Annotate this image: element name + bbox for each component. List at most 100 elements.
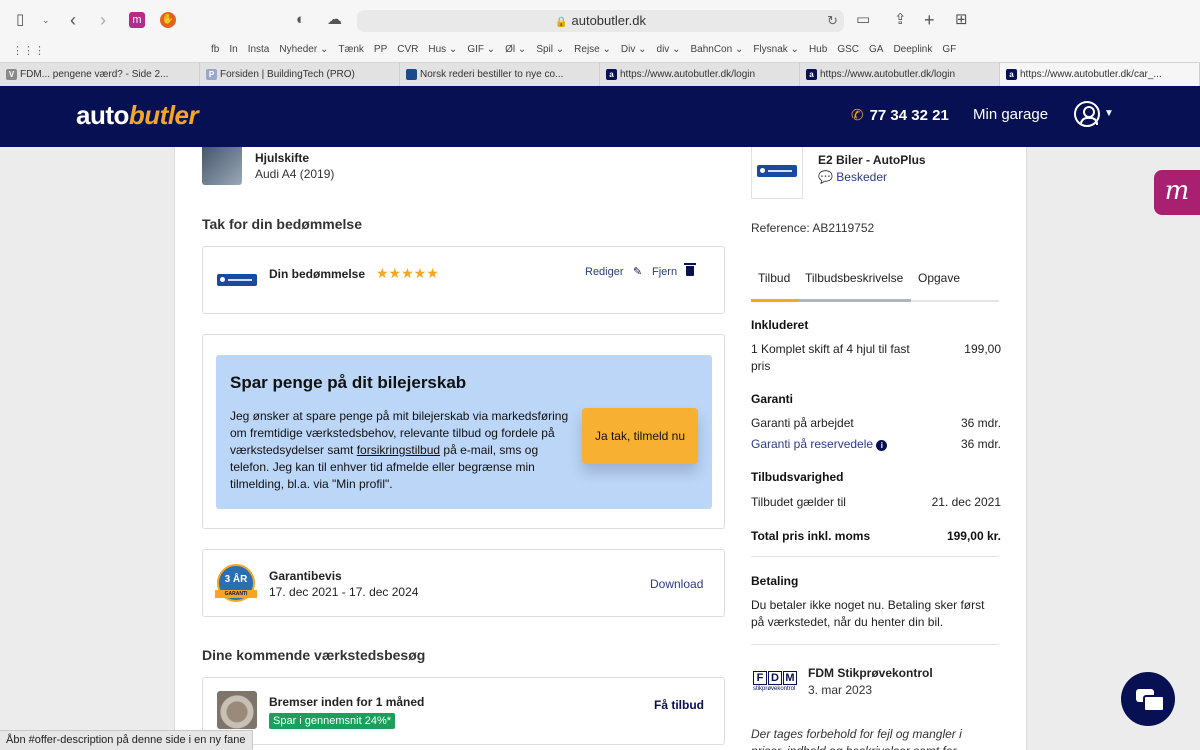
browser-tab[interactable]: V FDM... pengene værd? - Side 2... — [0, 63, 200, 87]
favorite-item[interactable]: GA — [869, 44, 883, 55]
site-header: autobutler ✆ 77 34 32 21 Min garage ▼ — [0, 86, 1200, 147]
favorite-item[interactable]: div ⌄ — [657, 44, 681, 55]
tab-tilbud[interactable]: Tilbud — [758, 271, 790, 285]
edit-rating-link[interactable]: Rediger — [585, 266, 624, 278]
tab-label: https://www.autobutler.dk/login — [820, 69, 956, 80]
favorite-item[interactable]: Insta — [248, 44, 270, 55]
chat-button[interactable] — [1121, 672, 1175, 726]
favorite-item[interactable]: Øl ⌄ — [505, 44, 526, 55]
lock-icon: 🔒 — [555, 17, 568, 28]
browser-tab[interactable]: a https://www.autobutler.dk/login — [600, 63, 800, 87]
messages-link[interactable]: 💬 Beskeder — [818, 170, 887, 184]
extension-hand-icon[interactable]: ✋ — [160, 12, 176, 28]
logo-butler: butler — [128, 100, 199, 130]
tab-label: https://www.autobutler.dk/login — [620, 69, 756, 80]
favorite-item[interactable]: Hus ⌄ — [428, 44, 457, 55]
chat-bubbles-icon: 💬 — [818, 170, 833, 184]
cloud-icon[interactable]: ☁ — [327, 10, 342, 30]
new-tab-icon[interactable]: + — [924, 10, 935, 30]
favorites-bar: ⋮⋮⋮ fb In Insta Nyheder ⌄ Tænk PP CVR Hus ⌄ GIF … — [0, 40, 1200, 62]
sidebar-icon[interactable]: ▯ — [16, 10, 24, 30]
favorite-item[interactable]: GF — [942, 44, 956, 55]
favorites-list: fb In Insta Nyheder ⌄ Tænk PP CVR Hus ⌄ GIF ⌄ Øl … — [211, 44, 966, 55]
insurance-offer-link[interactable]: forsikringstilbud — [357, 443, 440, 457]
parts-warranty-value: 36 mdr. — [960, 437, 1001, 451]
shop-mini-logo — [757, 165, 797, 177]
warranty-title: Garantibevis — [269, 569, 342, 583]
included-heading: Inkluderet — [751, 318, 809, 332]
url-text: autobutler.dk — [571, 13, 646, 28]
favorite-item[interactable]: fb — [211, 44, 219, 55]
favorite-item[interactable]: Rejse ⌄ — [574, 44, 611, 55]
job-title: Hjulskifte — [255, 151, 310, 165]
privacy-shield-icon[interactable]: ◐ — [296, 10, 305, 30]
favorite-item[interactable]: Nyheder ⌄ — [279, 44, 328, 55]
favorite-item[interactable]: Spil ⌄ — [536, 44, 564, 55]
promo-title: Spar penge på dit bilejerskab — [230, 373, 467, 392]
payment-text: Du betaler ikke noget nu. Betaling sker … — [751, 598, 985, 629]
favorite-item[interactable]: In — [229, 44, 237, 55]
promo-panel: Spar penge på dit bilejerskab Jeg ønsker… — [216, 355, 712, 509]
tab-opgave[interactable]: Opgave — [918, 271, 960, 285]
m-widget-icon[interactable]: m — [1154, 170, 1200, 215]
favorite-item[interactable]: BahnCon ⌄ — [690, 44, 743, 55]
parts-warranty-link[interactable]: Garanti på reservedele i — [751, 436, 888, 453]
favorite-item[interactable]: Div ⌄ — [621, 44, 647, 55]
chevron-down-icon[interactable]: ⌄ — [42, 10, 50, 30]
reader-icon[interactable]: ▭ — [856, 10, 870, 30]
tab-favicon-icon: V — [6, 69, 17, 80]
tab-favicon-icon: a — [806, 69, 817, 80]
tab-bar: V FDM... pengene værd? - Side 2... P Forsid… — [0, 62, 1200, 87]
browser-tab[interactable]: Norsk rederi bestiller to nye co... — [400, 63, 600, 87]
total-value: 199,00 kr. — [946, 529, 1001, 543]
tab-label: FDM... pengene værd? - Side 2... — [20, 69, 169, 80]
grid-icon[interactable]: ⋮⋮⋮ — [12, 44, 45, 57]
favorite-item[interactable]: Tænk — [338, 44, 364, 55]
address-bar[interactable]: 🔒 autobutler.dk ↻ — [357, 10, 844, 32]
favorite-item[interactable]: Hub — [809, 44, 827, 55]
messages-label: Beskeder — [836, 170, 887, 184]
extension-m-icon[interactable]: m — [129, 12, 145, 28]
upcoming-heading: Dine kommende værkstedsbesøg — [202, 647, 426, 663]
favorite-item[interactable]: Deeplink — [893, 44, 932, 55]
browser-tab[interactable]: a https://www.autobutler.dk/login — [800, 63, 1000, 87]
rating-stars: ★★★★★ — [376, 265, 439, 281]
subscribe-button[interactable]: Ja tak, tilmeld nu — [582, 408, 698, 464]
favorite-item[interactable]: Flysnak ⌄ — [753, 44, 799, 55]
divider — [751, 556, 999, 557]
fdm-letter: F — [753, 671, 767, 685]
download-link[interactable]: Download — [650, 577, 703, 591]
favorite-item[interactable]: GIF ⌄ — [467, 44, 495, 55]
share-icon[interactable]: ⇪ — [894, 10, 907, 30]
get-offer-link[interactable]: Få tilbud — [654, 698, 704, 712]
tab-label: Norsk rederi bestiller to nye co... — [420, 69, 564, 80]
tab-favicon-icon — [406, 69, 417, 80]
autobutler-logo[interactable]: autobutler — [76, 100, 199, 131]
info-icon[interactable]: i — [876, 440, 888, 451]
shop-mini-logo — [217, 274, 257, 286]
caret-down-icon[interactable]: ▼ — [1104, 108, 1114, 119]
valid-until-label: Tilbudet gælder til — [751, 495, 846, 509]
favorite-item[interactable]: PP — [374, 44, 387, 55]
browser-tab[interactable]: a https://www.autobutler.dk/car_... — [1000, 63, 1200, 87]
status-bar: Åbn #offer-description på denne side i e… — [0, 730, 253, 750]
remove-rating-link[interactable]: Fjern — [652, 266, 677, 278]
user-account-icon[interactable] — [1074, 101, 1100, 127]
phone-link[interactable]: ✆ 77 34 32 21 — [851, 106, 949, 124]
trash-icon[interactable] — [684, 263, 696, 276]
back-icon[interactable]: ‹ — [70, 10, 76, 30]
favorite-item[interactable]: CVR — [397, 44, 418, 55]
tab-indicator — [798, 299, 911, 302]
tab-overview-icon[interactable]: ⊞ — [955, 10, 968, 30]
my-garage-link[interactable]: Min garage — [973, 106, 1048, 123]
favorite-item[interactable]: GSC — [837, 44, 859, 55]
forward-icon[interactable]: › — [100, 10, 106, 30]
browser-tab[interactable]: P Forsiden | BuildingTech (PRO) — [200, 63, 400, 87]
parts-warranty-label: Garanti på reservedele — [751, 437, 874, 451]
reload-icon[interactable]: ↻ — [827, 10, 838, 32]
work-warranty-label: Garanti på arbejdet — [751, 416, 854, 430]
shop-name: E2 Biler - AutoPlus — [818, 153, 926, 167]
browser-toolbar: ▯ ⌄ ‹ › m ✋ ◐ ☁ 🔒 autobutler.dk ↻ ▭ ⇪ + ⊞ — [0, 0, 1200, 40]
tab-tilbudsbeskrivelse[interactable]: Tilbudsbeskrivelse — [805, 271, 903, 285]
pencil-icon[interactable]: ✎ — [633, 265, 642, 278]
